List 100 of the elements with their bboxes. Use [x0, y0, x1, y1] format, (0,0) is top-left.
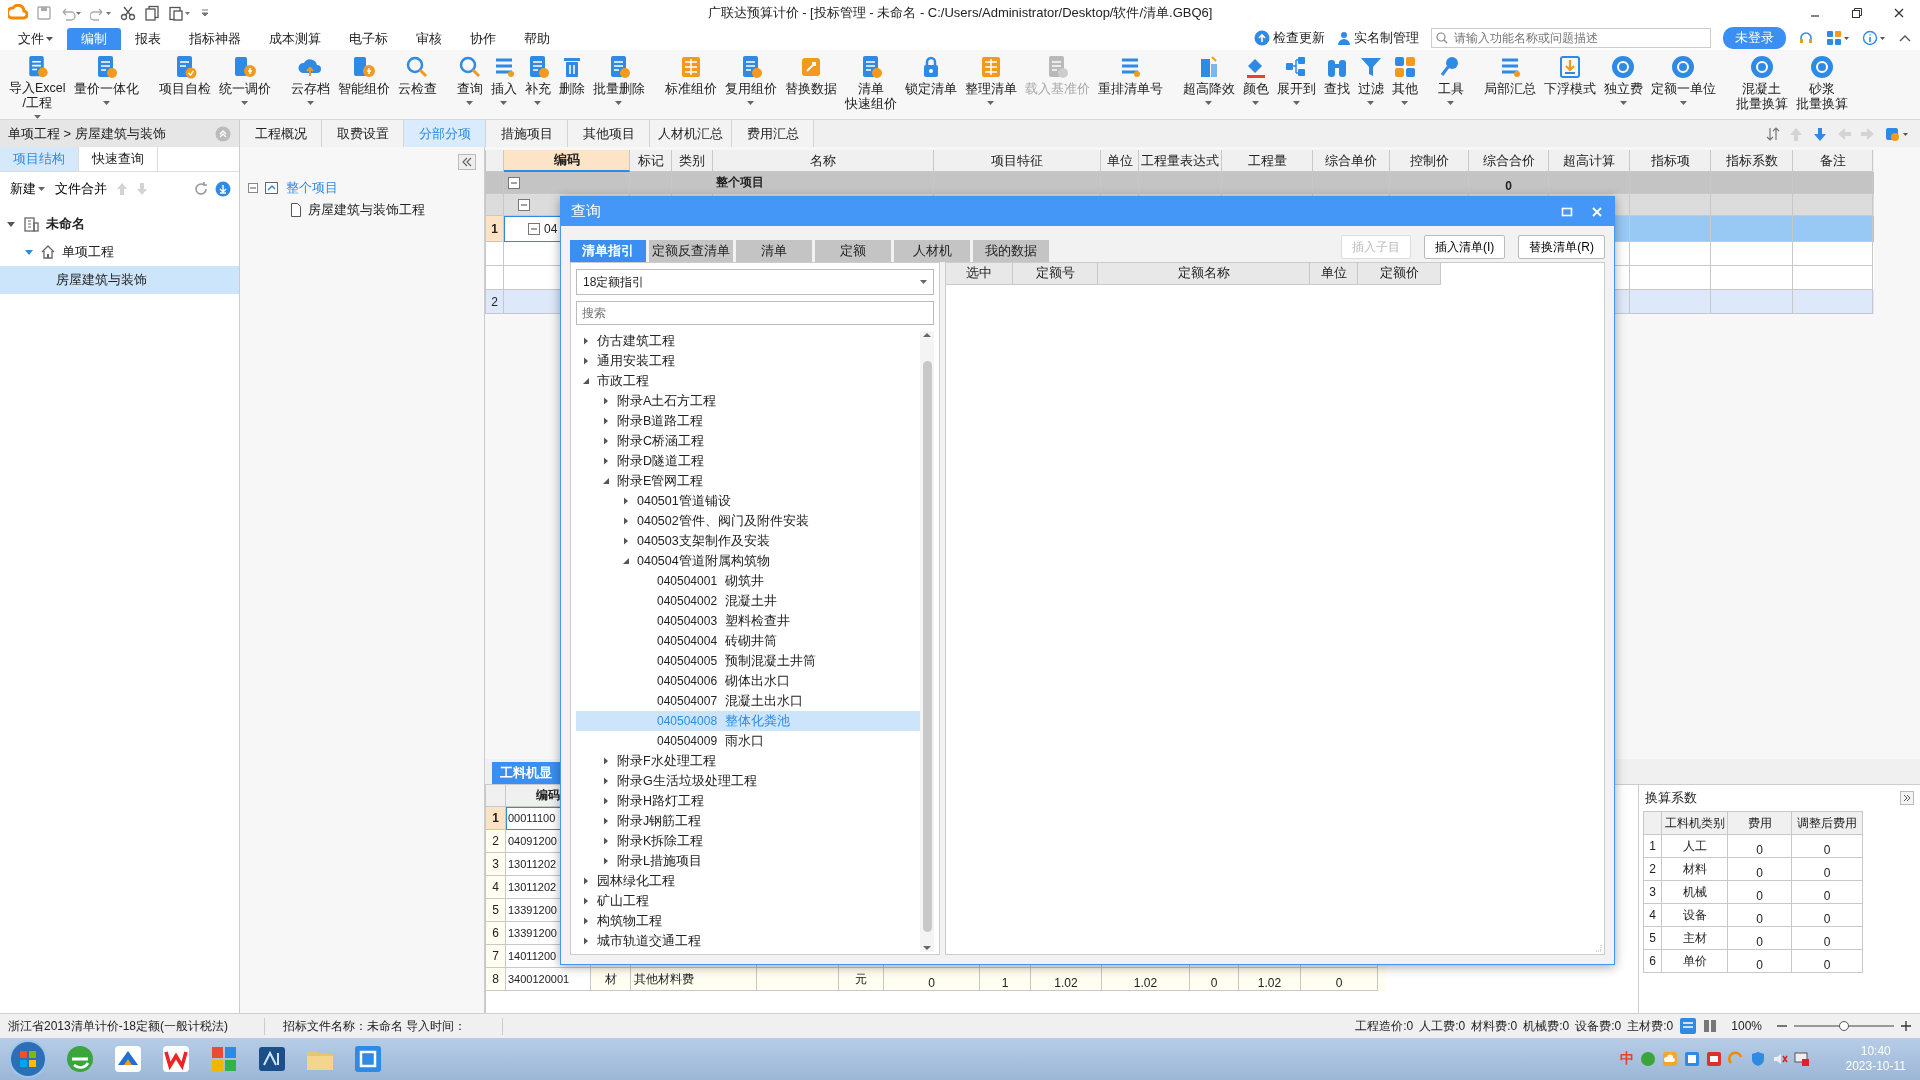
normal-view-icon[interactable] — [1679, 1017, 1698, 1035]
scroll-up-icon[interactable] — [922, 331, 932, 339]
app-icon[interactable] — [352, 1043, 384, 1075]
tree-item[interactable]: 未命名 — [46, 215, 85, 233]
tree-item[interactable]: 040504005 预制混凝土井筒 — [576, 651, 920, 671]
office-icon[interactable] — [160, 1043, 192, 1075]
realname-link[interactable]: 实名制管理 — [1337, 29, 1419, 47]
apps-icon[interactable] — [1826, 30, 1850, 46]
tree-item[interactable]: 040501管道铺设 — [576, 491, 920, 511]
network-icon[interactable] — [1793, 1051, 1810, 1067]
tree-item[interactable]: 附录E管网工程 — [576, 471, 920, 491]
ribbon-button[interactable]: 导入Excel /工程 — [6, 50, 69, 119]
ribbon-button[interactable]: 查找 — [1320, 50, 1353, 119]
restore-icon[interactable] — [1850, 6, 1864, 20]
dialog-button[interactable]: 插入清单(I) — [1424, 235, 1506, 259]
collapse-icon[interactable] — [508, 176, 520, 189]
menu-item[interactable]: 电子标 — [335, 28, 402, 50]
split-view-icon[interactable] — [1703, 1018, 1718, 1034]
expand-icon[interactable] — [622, 537, 630, 545]
expand-icon[interactable] — [582, 377, 590, 385]
tree-item[interactable]: 构筑物工程 — [576, 911, 920, 931]
column-header[interactable]: 单位 — [1310, 263, 1358, 285]
ribbon-button[interactable]: 删除 — [555, 50, 588, 119]
search-icon[interactable] — [1436, 32, 1448, 44]
column-header[interactable]: 选中 — [946, 263, 1013, 285]
ribbon-button[interactable]: 批量删除 — [589, 50, 648, 119]
ribbon-button[interactable]: 颜色 — [1239, 50, 1272, 119]
tree-item[interactable]: 040503支架制作及安装 — [576, 531, 920, 551]
tree-item[interactable]: 单项工程 — [62, 243, 114, 261]
tree-item[interactable]: 通用安装工程 — [576, 351, 920, 371]
dialog-button[interactable]: 替换清单(R) — [1518, 235, 1605, 259]
resize-grip-icon[interactable] — [1594, 944, 1602, 952]
column-header[interactable]: 编码 — [504, 150, 630, 172]
square-icon[interactable] — [1705, 1051, 1722, 1067]
ribbon-button[interactable]: 智能组价 — [334, 50, 393, 119]
library-dropdown[interactable]: 18定额指引 — [576, 269, 934, 295]
tree-item[interactable]: 附录J钢筋工程 — [576, 811, 920, 831]
tree-item[interactable]: 040504002 混凝土井 — [576, 591, 920, 611]
expand-icon[interactable] — [602, 817, 610, 825]
refresh-icon[interactable] — [193, 181, 209, 197]
dialog-tab[interactable]: 定额反查清单 — [649, 240, 733, 262]
expand-icon[interactable] — [602, 797, 610, 805]
ribbon-button[interactable]: 标准组价 — [661, 50, 720, 119]
expand-icon[interactable] — [602, 457, 610, 465]
tree-item[interactable]: 040504003 塑料检查井 — [576, 611, 920, 631]
tree-item[interactable]: 附录D隧道工程 — [576, 451, 920, 471]
expand-icon[interactable] — [582, 337, 590, 345]
column-header[interactable]: 定额号 — [1013, 263, 1098, 285]
copy-icon[interactable] — [144, 5, 160, 21]
dialog-tab[interactable]: 清单 — [736, 240, 812, 262]
ribbon-button[interactable]: 清单 快速组价 — [841, 50, 900, 119]
expand-panel-icon[interactable] — [1900, 791, 1914, 805]
ribbon-button[interactable]: 工具 — [1434, 50, 1467, 119]
dialog-tab[interactable]: 人材机 — [894, 240, 970, 262]
speaker-icon[interactable] — [1771, 1051, 1788, 1067]
menu-item[interactable]: 文件 — [4, 28, 67, 50]
paste-icon[interactable] — [168, 5, 192, 21]
ribbon-button[interactable]: 量价一体化 — [70, 50, 142, 119]
save-icon[interactable] — [36, 5, 52, 21]
tree-item[interactable]: 市政工程 — [576, 371, 920, 391]
sort-icon[interactable] — [1766, 125, 1780, 142]
search-field[interactable]: 搜索 — [576, 301, 934, 325]
cut-icon[interactable] — [120, 5, 136, 21]
tree-item[interactable]: 房屋建筑与装饰 — [0, 266, 239, 294]
close-icon[interactable] — [1892, 6, 1906, 20]
tree-item[interactable]: 附录B道路工程 — [576, 411, 920, 431]
move-down-icon[interactable] — [1812, 125, 1828, 142]
expand-icon[interactable] — [602, 417, 610, 425]
ribbon-button[interactable]: 局部汇总 — [1480, 50, 1539, 119]
column-header[interactable]: 费用 — [1728, 812, 1792, 835]
search-field[interactable]: 请输入功能名称或问题描述 — [1431, 28, 1711, 48]
column-header[interactable]: 定额名称 — [1098, 263, 1310, 285]
ribbon-button[interactable]: 过滤 — [1354, 50, 1387, 119]
column-header[interactable]: 调整后费用 — [1792, 812, 1863, 835]
expand-icon[interactable] — [622, 517, 630, 525]
tree-item[interactable]: 附录C桥涵工程 — [576, 431, 920, 451]
expand-icon[interactable] — [602, 437, 610, 445]
download-icon[interactable] — [215, 181, 231, 197]
menu-item[interactable]: 帮助 — [510, 28, 564, 50]
ribbon-button[interactable]: 独立费 — [1600, 50, 1646, 119]
expand-icon[interactable] — [602, 837, 610, 845]
tree-item[interactable]: 附录L措施项目 — [576, 851, 920, 871]
zoom-in-icon[interactable] — [1900, 1020, 1912, 1032]
dialog-tab[interactable]: 定额 — [815, 240, 891, 262]
panel-tab[interactable]: 快速查询 — [79, 147, 158, 171]
tree-item[interactable]: 040504006 砌体出水口 — [576, 671, 920, 691]
tree-item[interactable]: 040504001 砌筑井 — [576, 571, 920, 591]
app-icon[interactable] — [112, 1043, 144, 1075]
tree-item[interactable]: 仿古建筑工程 — [576, 331, 920, 351]
expand-icon[interactable] — [602, 477, 610, 485]
ribbon-button[interactable]: 展开到 — [1273, 50, 1319, 119]
menu-item[interactable]: 审核 — [402, 28, 456, 50]
dialog-tab[interactable]: 我的数据 — [973, 240, 1049, 262]
tree-item[interactable]: 040504管道附属构筑物 — [576, 551, 920, 571]
column-header[interactable]: 定额价 — [1358, 263, 1441, 285]
ribbon-button[interactable]: 锁定清单 — [901, 50, 960, 119]
expand-icon[interactable] — [622, 497, 630, 505]
settings-icon[interactable] — [1884, 125, 1910, 142]
merge-button[interactable]: 文件合并 — [53, 180, 109, 198]
new-button[interactable]: 新建 — [8, 180, 47, 198]
